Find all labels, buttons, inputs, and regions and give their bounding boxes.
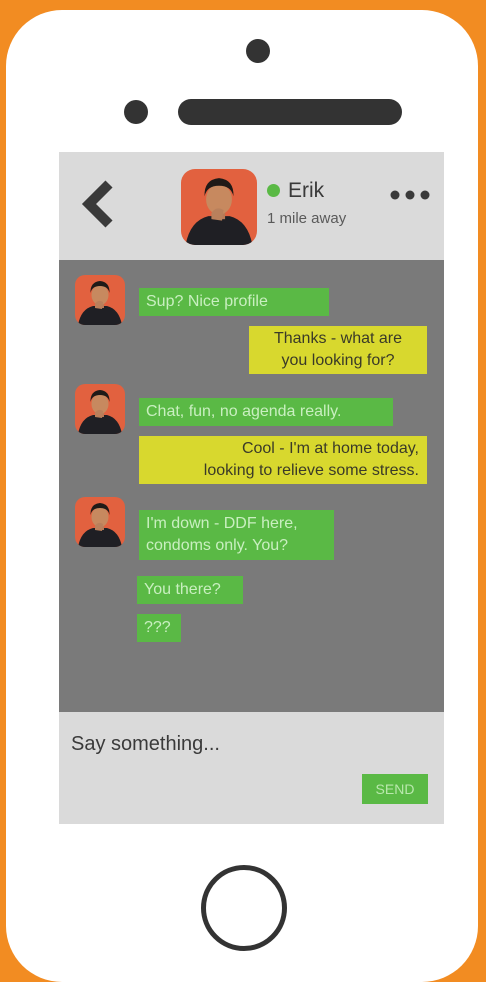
earpiece-speaker bbox=[178, 99, 402, 125]
more-options-button[interactable] bbox=[385, 182, 435, 208]
home-button[interactable] bbox=[201, 865, 287, 951]
proximity-sensor bbox=[124, 100, 148, 124]
send-button[interactable]: SEND bbox=[362, 774, 428, 804]
message-input[interactable] bbox=[71, 728, 411, 760]
message-line: Sup? Nice profile bbox=[146, 293, 268, 310]
message-line: You there? bbox=[144, 581, 221, 598]
front-camera bbox=[246, 39, 270, 63]
message-bubble-outgoing: Cool - I'm at home today, looking to rel… bbox=[139, 436, 427, 484]
contact-name: Erik bbox=[288, 179, 325, 202]
message-line: Thanks - what are bbox=[273, 330, 403, 347]
back-chevron-icon bbox=[81, 180, 113, 228]
message-line: condoms only. You? bbox=[146, 537, 289, 554]
contact-distance: 1 mile away bbox=[267, 210, 347, 227]
contact-avatar-small bbox=[75, 497, 125, 547]
message-line: looking to relieve some stress. bbox=[203, 462, 419, 479]
message-bubble-incoming: ??? bbox=[137, 614, 181, 642]
message-line: ??? bbox=[144, 619, 171, 636]
chat-screen: Erik 1 mile away Sup? Nice profile Thank… bbox=[59, 152, 444, 824]
message-bubble-incoming: I'm down - DDF here, condoms only. You? bbox=[139, 510, 334, 560]
message-bubble-outgoing: Thanks - what are you looking for? bbox=[249, 326, 427, 374]
message-line: Cool - I'm at home today, bbox=[241, 440, 419, 457]
message-line: Chat, fun, no agenda really. bbox=[146, 403, 342, 420]
message-bubble-incoming: You there? bbox=[137, 576, 243, 604]
back-button[interactable] bbox=[77, 174, 117, 234]
message-bubble-incoming: Chat, fun, no agenda really. bbox=[139, 398, 393, 426]
more-dots-icon bbox=[390, 190, 430, 200]
online-status-icon bbox=[267, 184, 280, 197]
contact-avatar-small bbox=[75, 275, 125, 325]
message-bubble-incoming: Sup? Nice profile bbox=[139, 288, 329, 316]
contact-avatar[interactable] bbox=[181, 169, 257, 245]
contact-avatar-small bbox=[75, 384, 125, 434]
message-line: I'm down - DDF here, bbox=[146, 515, 298, 532]
message-list: Sup? Nice profile Thanks - what are you … bbox=[59, 260, 444, 712]
chat-header: Erik 1 mile away bbox=[59, 152, 444, 260]
message-composer: SEND bbox=[59, 712, 444, 824]
message-line: you looking for? bbox=[281, 352, 395, 369]
